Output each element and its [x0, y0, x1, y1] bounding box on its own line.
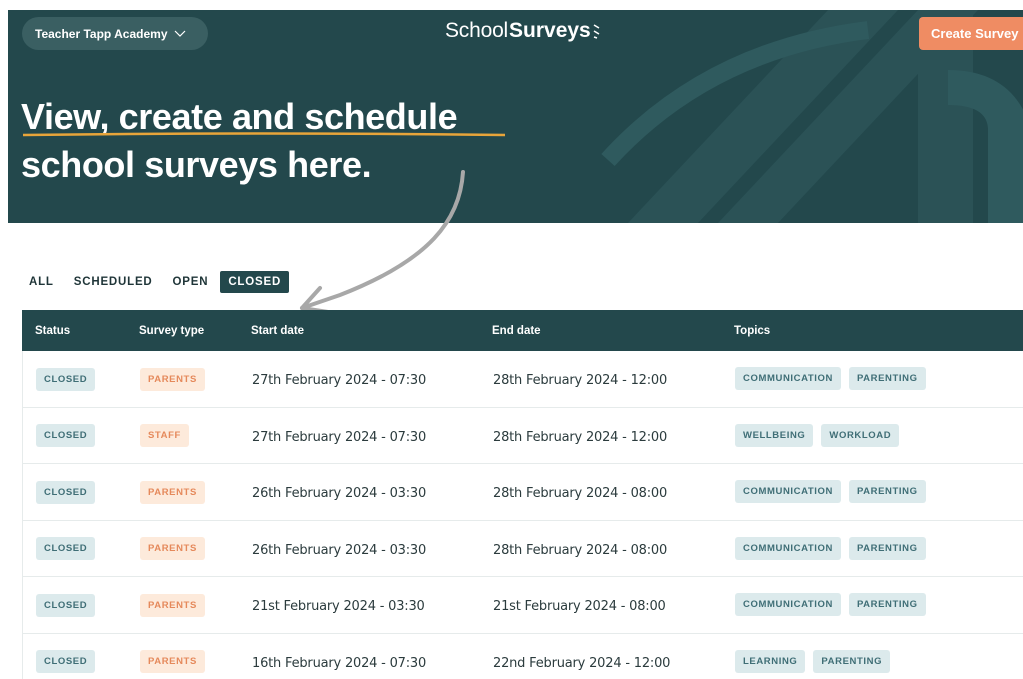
end-date: 28th February 2024 - 12:00	[493, 373, 668, 389]
survey-type-badge: PARENTS	[140, 367, 205, 391]
end-date: 22nd February 2024 - 12:00	[493, 655, 671, 671]
hero-banner: Teacher Tapp Academy School Surveys Creat…	[8, 10, 1023, 223]
table-row[interactable]: CLOSED PARENTS 27th February 2024 - 07:3…	[22, 351, 1023, 408]
status-badge: CLOSED	[36, 480, 96, 504]
school-surveys-logo[interactable]: School Surveys	[445, 19, 602, 43]
topic-badge: COMMUNICATION	[735, 536, 841, 560]
end-date: 28th February 2024 - 08:00	[493, 486, 668, 502]
organisation-name: Teacher Tapp Academy	[35, 26, 168, 41]
survey-type-badge: PARENTS	[140, 537, 205, 561]
column-header-topics[interactable]: Topics	[721, 325, 1023, 337]
status-filter-tabs: ALL SCHEDULED OPEN CLOSED	[22, 271, 293, 293]
topic-badge: PARENTING	[813, 649, 891, 673]
create-survey-button[interactable]: Create Survey	[919, 17, 1023, 50]
column-header-start-date[interactable]: Start date	[238, 325, 479, 337]
topic-badge: WELLBEING	[735, 423, 814, 447]
hand-drawn-arrow	[300, 170, 465, 314]
topic-badge: WORKLOAD	[821, 423, 900, 447]
end-date: 28th February 2024 - 08:00	[493, 542, 668, 558]
headline-line-1: View, create and schedule	[21, 93, 506, 141]
table-row[interactable]: CLOSED PARENTS 26th February 2024 - 03:3…	[22, 464, 1023, 521]
logo-text-surveys: Surveys	[509, 19, 591, 42]
end-date: 21st February 2024 - 08:00	[493, 599, 666, 615]
table-row[interactable]: CLOSED PARENTS 21st February 2024 - 03:3…	[22, 577, 1023, 634]
logo-text-school: School	[445, 19, 509, 42]
table-row[interactable]: CLOSED PARENTS 26th February 2024 - 03:3…	[22, 520, 1023, 577]
topic-badge: PARENTING	[848, 536, 926, 560]
topic-badge: COMMUNICATION	[735, 593, 841, 617]
end-date: 28th February 2024 - 12:00	[493, 429, 668, 445]
status-badge: CLOSED	[36, 367, 96, 391]
table-row[interactable]: CLOSED PARENTS 16th February 2024 - 07:3…	[22, 633, 1023, 679]
survey-type-badge: STAFF	[140, 424, 189, 448]
table-row[interactable]: CLOSED STAFF 27th February 2024 - 07:30 …	[22, 407, 1023, 464]
tab-open[interactable]: OPEN	[165, 271, 217, 293]
column-header-survey-type[interactable]: Survey type	[126, 325, 238, 337]
organisation-selector[interactable]: Teacher Tapp Academy	[22, 17, 208, 50]
column-header-end-date[interactable]: End date	[479, 325, 721, 337]
tab-scheduled[interactable]: SCHEDULED	[66, 271, 161, 293]
status-badge: CLOSED	[36, 424, 96, 448]
topic-badge: PARENTING	[848, 480, 926, 504]
headline-underline	[22, 132, 506, 137]
status-badge: CLOSED	[36, 593, 96, 617]
start-date: 26th February 2024 - 03:30	[252, 542, 427, 558]
topic-badge: LEARNING	[735, 649, 806, 673]
tab-all[interactable]: ALL	[22, 271, 62, 293]
survey-type-badge: PARENTS	[140, 650, 205, 674]
column-header-status[interactable]: Status	[22, 325, 126, 337]
topic-badge: COMMUNICATION	[735, 367, 841, 391]
start-date: 27th February 2024 - 07:30	[252, 429, 427, 445]
survey-type-badge: PARENTS	[140, 593, 205, 617]
tab-closed[interactable]: CLOSED	[220, 271, 290, 293]
status-badge: CLOSED	[36, 537, 96, 561]
survey-type-badge: PARENTS	[140, 480, 205, 504]
logo-mark-icon	[593, 24, 600, 39]
start-date: 16th February 2024 - 07:30	[252, 655, 427, 671]
status-badge: CLOSED	[36, 650, 96, 674]
topic-badge: PARENTING	[848, 593, 926, 617]
start-date: 26th February 2024 - 03:30	[252, 486, 427, 502]
start-date: 27th February 2024 - 07:30	[252, 373, 427, 389]
start-date: 21st February 2024 - 03:30	[252, 599, 425, 615]
chevron-down-icon	[174, 30, 186, 38]
topic-badge: PARENTING	[848, 367, 926, 391]
topic-badge: COMMUNICATION	[735, 480, 841, 504]
table-header: Status Survey type Start date End date T…	[22, 310, 1023, 351]
surveys-table: Status Survey type Start date End date T…	[22, 310, 1023, 679]
